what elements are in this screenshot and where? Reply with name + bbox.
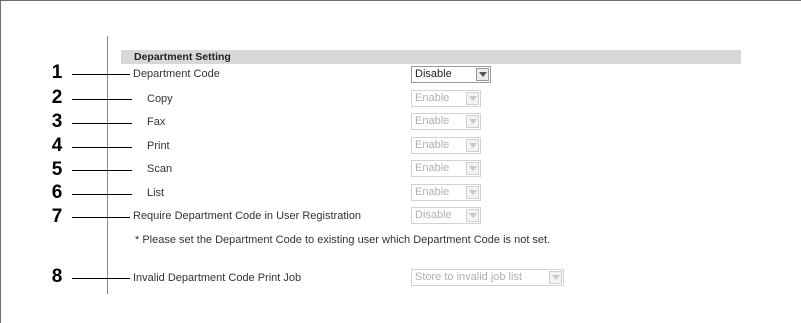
print-select-value: Enable	[415, 139, 450, 151]
chevron-down-icon	[476, 68, 489, 81]
chevron-down-icon	[466, 92, 479, 105]
callout-number-5: 5	[51, 159, 63, 180]
fax-select-value: Enable	[415, 115, 450, 127]
list-label: List	[147, 187, 165, 199]
print-label: Print	[147, 140, 170, 152]
invalid-department-code-print-job-select-value: Store to invalid job list	[415, 271, 522, 283]
list-select[interactable]: Enable	[411, 184, 481, 201]
copy-select-value: Enable	[415, 92, 450, 104]
callout-number-2: 2	[51, 87, 63, 108]
callout-leader-3	[72, 123, 132, 124]
scan-label: Scan	[147, 163, 173, 175]
department-code-label: Department Code	[133, 68, 220, 80]
frame-left-border	[0, 0, 1, 323]
chevron-down-icon	[466, 139, 479, 152]
callout-number-3: 3	[51, 111, 63, 132]
scan-select[interactable]: Enable	[411, 160, 481, 177]
callout-number-7: 7	[51, 206, 63, 227]
chevron-down-icon	[466, 209, 479, 222]
callout-leader-7	[72, 217, 130, 218]
callout-number-1: 1	[51, 62, 63, 83]
callout-leader-1	[72, 74, 130, 75]
page-frame	[0, 0, 801, 323]
callout-number-8: 8	[51, 266, 63, 287]
callout-leader-2	[72, 99, 132, 100]
copy-label: Copy	[147, 93, 173, 105]
chevron-down-icon	[466, 115, 479, 128]
frame-top-border	[0, 0, 801, 1]
callout-number-6: 6	[51, 182, 63, 203]
section-header-title: Department Setting	[134, 51, 231, 63]
callout-leader-5	[72, 170, 132, 171]
chevron-down-icon	[466, 162, 479, 175]
chevron-down-icon	[466, 186, 479, 199]
invalid-department-code-print-job-label: Invalid Department Code Print Job	[133, 272, 302, 284]
callout-leader-8	[72, 278, 130, 279]
callout-leader-6	[72, 194, 132, 195]
require-department-code-select[interactable]: Disable	[411, 207, 481, 224]
scan-select-value: Enable	[415, 162, 450, 174]
print-select[interactable]: Enable	[411, 137, 481, 154]
callout-number-4: 4	[51, 135, 63, 156]
department-code-select[interactable]: Disable	[411, 66, 491, 83]
require-department-code-select-value: Disable	[415, 209, 452, 221]
copy-select[interactable]: Enable	[411, 90, 481, 107]
callout-leader-4	[72, 147, 132, 148]
fax-select[interactable]: Enable	[411, 113, 481, 130]
require-department-code-label: Require Department Code in User Registra…	[133, 210, 362, 222]
list-select-value: Enable	[415, 186, 450, 198]
chevron-down-icon	[549, 271, 562, 284]
invalid-department-code-print-job-select[interactable]: Store to invalid job list	[411, 269, 564, 286]
fax-label: Fax	[147, 116, 166, 128]
department-code-note: * Please set the Department Code to exis…	[135, 234, 551, 246]
department-code-select-value: Disable	[415, 68, 452, 80]
